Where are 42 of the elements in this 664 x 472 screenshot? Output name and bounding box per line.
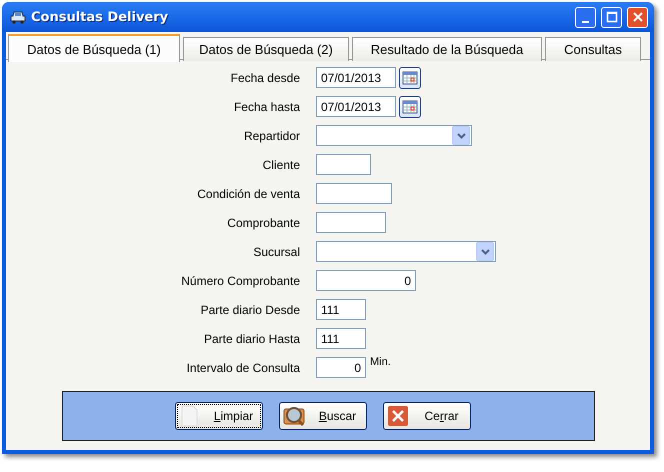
minimize-icon (582, 20, 589, 22)
close-icon (387, 405, 409, 427)
input-field[interactable] (316, 183, 392, 204)
field-label: Comprobante (226, 216, 300, 230)
dropdown-field[interactable] (316, 125, 472, 146)
field-label: Fecha desde (230, 70, 300, 84)
tab[interactable]: Resultado de la Búsqueda (352, 37, 542, 61)
field-label: Fecha hasta (232, 100, 300, 114)
field-label: Número Comprobante (180, 274, 300, 288)
field-label: Cliente (262, 158, 300, 172)
dropdown-field[interactable] (316, 241, 496, 262)
input-field[interactable]: 111 (316, 299, 366, 320)
input-field[interactable]: 0 (316, 357, 366, 378)
tab[interactable]: Datos de Búsqueda (1) (8, 34, 180, 62)
field-label: Condición de venta (196, 186, 300, 200)
tab[interactable]: Consultas (545, 37, 641, 61)
car-icon (10, 10, 26, 24)
input-field[interactable] (316, 212, 386, 233)
close-button[interactable] (627, 6, 648, 28)
field-label: Parte diario Hasta (202, 332, 300, 346)
window-title: Consultas Delivery (31, 10, 170, 24)
date-field[interactable]: 07/01/2013 (316, 67, 396, 88)
button[interactable]: Buscar (279, 402, 367, 430)
field-label: Parte diario Desde (200, 302, 300, 316)
button[interactable]: Cerrar (383, 402, 471, 430)
unit-label: Min. (370, 356, 391, 368)
field-label: Repartidor (242, 128, 300, 142)
field-label: Sucursal (252, 244, 300, 258)
button[interactable]: Limpiar (175, 402, 263, 430)
field-label: Intervalo de Consulta (186, 360, 300, 374)
minimize-button[interactable] (575, 6, 596, 28)
calendar-button[interactable] (399, 96, 421, 118)
tab[interactable]: Datos de Búsqueda (2) (183, 37, 349, 61)
input-field[interactable]: 0 (316, 270, 416, 291)
maximize-button[interactable] (601, 6, 622, 28)
maximize-icon (604, 10, 618, 24)
magnifier-icon (283, 405, 305, 427)
date-field[interactable]: 07/01/2013 (316, 96, 396, 117)
calendar-button[interactable] (399, 66, 421, 88)
input-field[interactable]: 111 (316, 328, 366, 349)
input-field[interactable] (316, 154, 371, 175)
close-icon (630, 10, 644, 24)
